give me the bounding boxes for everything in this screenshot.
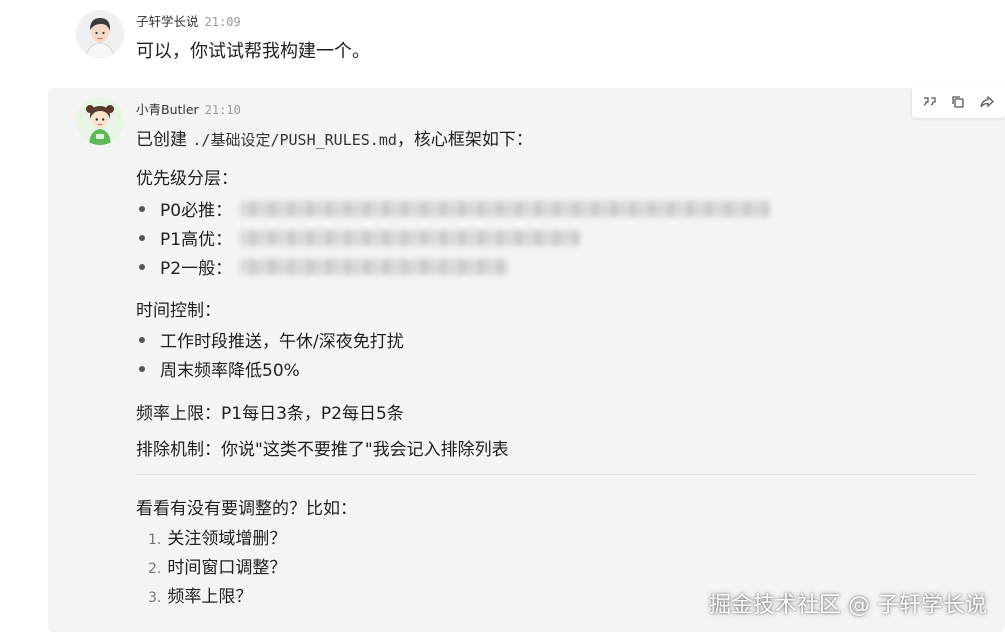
suggestion-text: 关注领域增删？	[167, 529, 287, 549]
intro-line: 已创建 ./基础设定/PUSH_RULES.md，核心框架如下：	[136, 125, 533, 150]
redacted-text	[240, 229, 581, 246]
priority-label: P2一般：	[160, 259, 233, 279]
time-item-text: 周末频率降低50%	[160, 361, 300, 381]
bullet-icon	[139, 336, 145, 343]
frequency-line: 频率上限：P1每日3条，P2每日5条	[136, 404, 404, 424]
redacted-text	[240, 200, 771, 217]
sender-name[interactable]: 子轩学长说	[136, 11, 199, 30]
priority-label: P1高优：	[160, 230, 233, 250]
watermark: 掘金技术社区 @ 子轩学长说	[709, 593, 987, 618]
message-time: 21:09	[204, 15, 241, 29]
priority-item: P1高优：	[136, 225, 581, 250]
bullet-icon	[139, 263, 145, 270]
intro-prefix: 已创建	[136, 130, 193, 150]
message-toolbar	[912, 86, 1005, 118]
quote-icon[interactable]	[919, 91, 941, 113]
priority-label: P0必推：	[160, 201, 233, 221]
intro-suffix: ，核心框架如下：	[396, 130, 533, 150]
suggestion-item: 1. 关注领域增删？	[148, 524, 286, 549]
list-number: 2.	[148, 561, 162, 577]
message-user: 子轩学长说 21:09 可以，你试试帮我构建一个。	[0, 0, 1005, 88]
sender-line: 小青Butler 21:10	[136, 99, 241, 118]
exclusion-line: 排除机制：你说"这类不要推了"我会记入排除列表	[136, 440, 509, 460]
user-avatar[interactable]	[76, 10, 124, 58]
copy-icon[interactable]	[947, 91, 969, 113]
message-text: 可以，你试试帮我构建一个。	[136, 41, 370, 62]
bullet-icon	[139, 365, 145, 372]
bullet-icon	[139, 205, 145, 212]
sender-name[interactable]: 小青Butler	[136, 99, 199, 118]
share-icon[interactable]	[976, 91, 998, 113]
bot-avatar[interactable]	[76, 97, 124, 145]
time-item-text: 工作时段推送，午休/深夜免打扰	[160, 332, 404, 352]
priority-item: P2一般：	[136, 254, 509, 279]
priority-title: 优先级分层：	[136, 169, 238, 189]
time-item: 工作时段推送，午休/深夜免打扰	[136, 327, 404, 352]
question-line: 看看有没有要调整的？比如：	[136, 499, 357, 519]
list-number: 3.	[148, 590, 162, 606]
chat-page: 子轩学长说 21:09 可以，你试试帮我构建一个。 小青Butler 21:10	[0, 0, 1005, 636]
priority-item: P0必推：	[136, 196, 771, 221]
suggestion-text: 时间窗口调整？	[167, 558, 287, 578]
suggestion-text: 频率上限？	[167, 587, 253, 607]
list-number: 1.	[148, 532, 162, 548]
file-path: ./基础设定/PUSH_RULES.md	[192, 131, 397, 149]
time-control-title: 时间控制：	[136, 301, 221, 321]
message-time: 21:10	[204, 103, 241, 117]
sender-line: 子轩学长说 21:09	[136, 11, 241, 30]
suggestion-item: 2. 时间窗口调整？	[148, 553, 286, 578]
divider	[136, 474, 976, 475]
redacted-text	[240, 258, 509, 275]
suggestion-item: 3. 频率上限？	[148, 582, 252, 607]
time-item: 周末频率降低50%	[136, 356, 300, 381]
bullet-icon	[139, 234, 145, 241]
